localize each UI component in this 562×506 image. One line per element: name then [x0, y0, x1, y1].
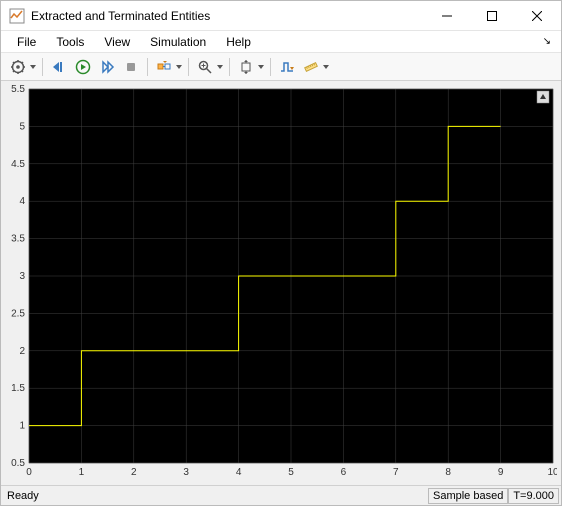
window-controls: [424, 1, 559, 30]
svg-text:2: 2: [131, 467, 137, 478]
svg-text:4.5: 4.5: [11, 159, 25, 170]
svg-text:4: 4: [19, 196, 25, 207]
svg-text:2: 2: [19, 346, 25, 357]
autoscale-button[interactable]: [235, 56, 257, 78]
svg-text:9: 9: [498, 467, 504, 478]
svg-text:3: 3: [183, 467, 189, 478]
app-icon: [9, 8, 25, 24]
status-ready: Ready: [3, 490, 428, 502]
menu-bar: File Tools View Simulation Help ↘: [1, 31, 561, 53]
toolbar: [1, 53, 561, 81]
menu-simulation[interactable]: Simulation: [140, 33, 216, 51]
svg-text:1.5: 1.5: [11, 383, 25, 394]
svg-text:4: 4: [236, 467, 242, 478]
window-title: Extracted and Terminated Entities: [31, 9, 424, 23]
svg-text:0: 0: [26, 467, 32, 478]
menu-file[interactable]: File: [7, 33, 46, 51]
svg-text:5.5: 5.5: [11, 85, 25, 95]
step-forward-button[interactable]: [96, 56, 118, 78]
toolbar-separator: [42, 58, 43, 76]
menu-tools[interactable]: Tools: [46, 33, 94, 51]
configure-dropdown[interactable]: [29, 65, 37, 69]
run-button[interactable]: [72, 56, 94, 78]
svg-text:7: 7: [393, 467, 399, 478]
svg-text:0.5: 0.5: [11, 458, 25, 469]
svg-text:1: 1: [79, 467, 85, 478]
toolbar-separator: [270, 58, 271, 76]
svg-text:5: 5: [288, 467, 294, 478]
menu-view[interactable]: View: [94, 33, 140, 51]
close-button[interactable]: [514, 1, 559, 30]
measurements-dropdown[interactable]: [322, 65, 330, 69]
status-bar: Ready Sample based T=9.000: [1, 485, 561, 505]
svg-text:8: 8: [445, 467, 451, 478]
zoom-button[interactable]: [194, 56, 216, 78]
configure-button[interactable]: [7, 56, 29, 78]
svg-text:1: 1: [19, 421, 25, 432]
highlight-block-button[interactable]: [153, 56, 175, 78]
svg-text:3.5: 3.5: [11, 234, 25, 245]
zoom-dropdown[interactable]: [216, 65, 224, 69]
status-sample-mode: Sample based: [428, 488, 508, 504]
triggers-button[interactable]: [276, 56, 298, 78]
scope-plot[interactable]: 0 1 2 3 4 5 6 7 8 9 10 0.5 1 1.5 2 2.5 3 3.5 4 4.5 5 5.5: [1, 81, 561, 485]
toolbar-separator: [147, 58, 148, 76]
scope-chart: 0 1 2 3 4 5 6 7 8 9 10 0.5 1 1.5 2 2.5 3 3.5 4 4.5 5 5.5: [5, 85, 557, 481]
measurements-button[interactable]: [300, 56, 322, 78]
status-time: T=9.000: [508, 488, 559, 504]
svg-text:2.5: 2.5: [11, 308, 25, 319]
minimize-button[interactable]: [424, 1, 469, 30]
svg-text:3: 3: [19, 271, 25, 282]
menu-help[interactable]: Help: [216, 33, 261, 51]
svg-text:6: 6: [341, 467, 347, 478]
autoscale-dropdown[interactable]: [257, 65, 265, 69]
menu-overflow-icon[interactable]: ↘: [543, 36, 555, 47]
maximize-button[interactable]: [469, 1, 514, 30]
toolbar-separator: [188, 58, 189, 76]
title-bar: Extracted and Terminated Entities: [1, 1, 561, 31]
svg-text:10: 10: [547, 467, 557, 478]
toolbar-separator: [229, 58, 230, 76]
svg-text:5: 5: [19, 121, 25, 132]
highlight-dropdown[interactable]: [175, 65, 183, 69]
stop-button[interactable]: [120, 56, 142, 78]
step-back-button[interactable]: [48, 56, 70, 78]
